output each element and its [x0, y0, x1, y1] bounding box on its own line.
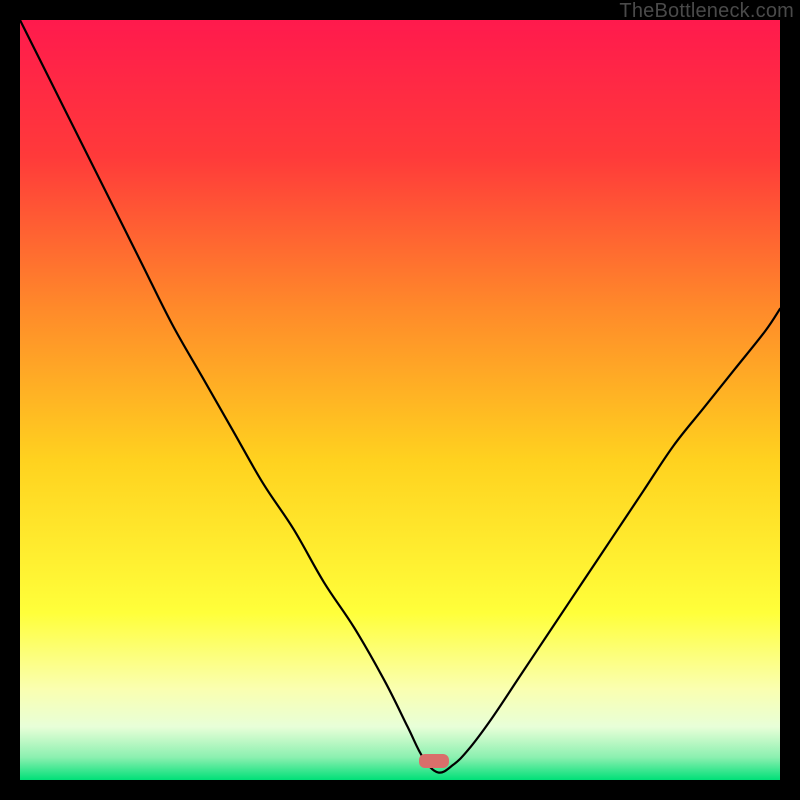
watermark-text: TheBottleneck.com: [619, 0, 794, 23]
bottleneck-curve: [20, 20, 780, 780]
plot-area: [20, 20, 780, 780]
bottleneck-minimum-marker: [419, 754, 449, 768]
chart-frame: TheBottleneck.com: [0, 0, 800, 800]
